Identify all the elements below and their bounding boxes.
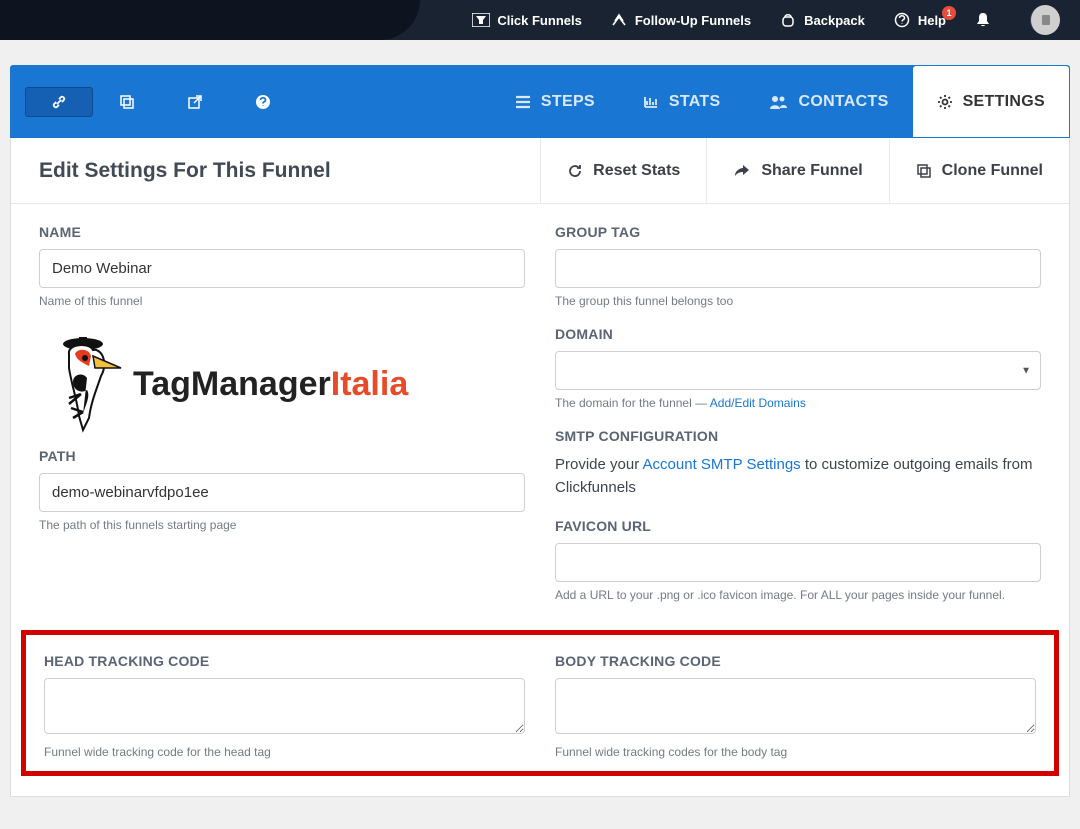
page-content: STEPS STATS CONTACTS SETTINGS xyxy=(0,40,1080,827)
favicon-input[interactable] xyxy=(555,543,1041,582)
group-tag-input[interactable] xyxy=(555,249,1041,288)
form-left-column: NAME Name of this funnel xyxy=(39,224,525,620)
tab-stats[interactable]: STATS xyxy=(619,66,745,137)
chart-icon xyxy=(643,95,659,109)
path-input[interactable] xyxy=(39,473,525,512)
form-right-column: GROUP TAG The group this funnel belongs … xyxy=(555,224,1041,620)
logo-accent-text: Italia xyxy=(331,365,408,403)
logo-image: TagManagerItalia xyxy=(39,326,525,448)
reset-stats-button[interactable]: Reset Stats xyxy=(540,138,706,203)
reset-stats-label: Reset Stats xyxy=(593,162,680,180)
domain-field-group: DOMAIN ▼ The domain for the funnel — Add… xyxy=(555,326,1041,410)
name-label: NAME xyxy=(39,224,525,240)
body-tracking-textarea[interactable] xyxy=(555,678,1036,734)
name-field-group: NAME Name of this funnel xyxy=(39,224,525,308)
tab-contacts[interactable]: CONTACTS xyxy=(744,66,912,137)
nav-followup-label: Follow-Up Funnels xyxy=(635,13,751,28)
user-avatar[interactable] xyxy=(1030,5,1060,35)
nav-followup[interactable]: Follow-Up Funnels xyxy=(610,11,751,29)
backpack-icon xyxy=(779,11,797,29)
nav-clickfunnels-label: Click Funnels xyxy=(497,13,582,28)
list-icon xyxy=(515,95,531,109)
path-label: PATH xyxy=(39,448,525,464)
share-icon xyxy=(733,164,751,178)
tab-contacts-label: CONTACTS xyxy=(798,93,888,111)
favicon-hint: Add a URL to your .png or .ico favicon i… xyxy=(555,588,1041,602)
group-tag-field-group: GROUP TAG The group this funnel belongs … xyxy=(555,224,1041,308)
body-tracking-group: BODY TRACKING CODE Funnel wide tracking … xyxy=(555,653,1036,759)
subnav-icon-group xyxy=(11,87,297,117)
refresh-icon xyxy=(567,163,583,179)
domain-hint-text: The domain for the funnel — xyxy=(555,396,710,410)
tab-settings[interactable]: SETTINGS xyxy=(913,66,1069,137)
subnav-tabs: STEPS STATS CONTACTS SETTINGS xyxy=(491,66,1069,137)
nav-help[interactable]: Help 1 xyxy=(893,11,946,29)
name-input[interactable] xyxy=(39,249,525,288)
external-link-icon xyxy=(186,93,204,111)
nav-backpack[interactable]: Backpack xyxy=(779,11,865,29)
funnel-subnav: STEPS STATS CONTACTS SETTINGS xyxy=(10,65,1070,138)
tab-stats-label: STATS xyxy=(669,93,721,111)
help-icon xyxy=(893,11,911,29)
smtp-label: SMTP CONFIGURATION xyxy=(555,428,1041,444)
subnav-external-icon-btn[interactable] xyxy=(161,87,229,117)
domain-select[interactable] xyxy=(555,351,1041,390)
head-tracking-label: HEAD TRACKING CODE xyxy=(44,653,525,669)
subnav-help-icon-btn[interactable] xyxy=(229,87,297,117)
favicon-label: FAVICON URL xyxy=(555,518,1041,534)
users-icon xyxy=(768,94,788,110)
notifications-bell[interactable] xyxy=(974,11,992,29)
tab-steps-label: STEPS xyxy=(541,93,595,111)
name-hint: Name of this funnel xyxy=(39,294,525,308)
head-tracking-textarea[interactable] xyxy=(44,678,525,734)
path-hint: The path of this funnels starting page xyxy=(39,518,525,532)
tab-steps[interactable]: STEPS xyxy=(491,66,619,137)
body-tracking-hint: Funnel wide tracking codes for the body … xyxy=(555,745,1036,759)
head-tracking-group: HEAD TRACKING CODE Funnel wide tracking … xyxy=(44,653,525,759)
top-nav: Click Funnels Follow-Up Funnels Backpack… xyxy=(0,0,1080,40)
copy-icon xyxy=(118,93,136,111)
group-tag-hint: The group this funnel belongs too xyxy=(555,294,1041,308)
clone-icon xyxy=(916,163,932,179)
settings-card: Edit Settings For This Funnel Reset Stat… xyxy=(10,138,1070,797)
domain-edit-link[interactable]: Add/Edit Domains xyxy=(710,396,806,410)
smtp-description: Provide your Account SMTP Settings to cu… xyxy=(555,453,1041,500)
tab-settings-label: SETTINGS xyxy=(963,93,1045,111)
head-tracking-hint: Funnel wide tracking code for the head t… xyxy=(44,745,525,759)
link-icon xyxy=(50,93,68,111)
logo-main-text: TagManager xyxy=(133,365,331,403)
tracking-code-highlight: HEAD TRACKING CODE Funnel wide tracking … xyxy=(21,630,1059,776)
domain-hint: The domain for the funnel — Add/Edit Dom… xyxy=(555,396,1041,410)
body-tracking-label: BODY TRACKING CODE xyxy=(555,653,1036,669)
action-bar: Edit Settings For This Funnel Reset Stat… xyxy=(11,138,1069,204)
top-nav-left-curve xyxy=(0,0,420,40)
clone-funnel-button[interactable]: Clone Funnel xyxy=(889,138,1069,203)
woodpecker-icon xyxy=(59,334,125,434)
smtp-settings-link[interactable]: Account SMTP Settings xyxy=(643,456,801,473)
settings-form: NAME Name of this funnel xyxy=(11,204,1069,630)
clickfunnels-icon xyxy=(472,11,490,29)
clone-funnel-label: Clone Funnel xyxy=(942,162,1043,180)
gear-icon xyxy=(937,94,953,110)
domain-label: DOMAIN xyxy=(555,326,1041,342)
smtp-text-pre: Provide your xyxy=(555,456,643,473)
share-funnel-label: Share Funnel xyxy=(761,162,862,180)
nav-clickfunnels[interactable]: Click Funnels xyxy=(472,11,582,29)
help-badge: 1 xyxy=(942,6,956,20)
subnav-copy-icon-btn[interactable] xyxy=(93,87,161,117)
share-funnel-button[interactable]: Share Funnel xyxy=(706,138,888,203)
page-title: Edit Settings For This Funnel xyxy=(11,138,540,203)
path-field-group: PATH The path of this funnels starting p… xyxy=(39,448,525,532)
smtp-field-group: SMTP CONFIGURATION Provide your Account … xyxy=(555,428,1041,500)
nav-backpack-label: Backpack xyxy=(804,13,865,28)
favicon-field-group: FAVICON URL Add a URL to your .png or .i… xyxy=(555,518,1041,602)
question-icon xyxy=(254,93,272,111)
followup-icon xyxy=(610,11,628,29)
group-tag-label: GROUP TAG xyxy=(555,224,1041,240)
subnav-link-icon-btn[interactable] xyxy=(25,87,93,117)
